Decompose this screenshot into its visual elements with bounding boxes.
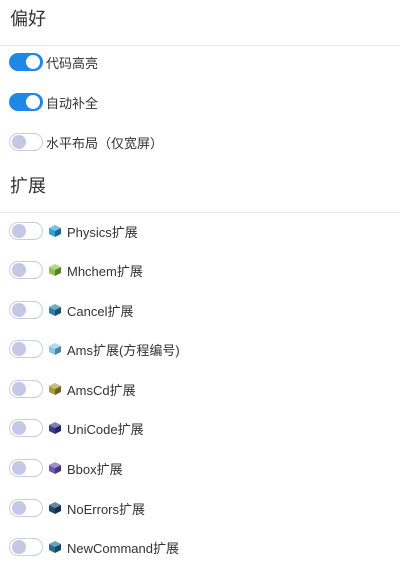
toggle-amscd[interactable] xyxy=(9,380,43,398)
pref-label: 自动补全 xyxy=(46,95,99,111)
cube-icon xyxy=(49,422,61,434)
ext-label: Cancel扩展 xyxy=(67,303,134,319)
pref-row-autocomplete[interactable]: 自动补全 xyxy=(9,91,98,113)
toggle-unicode[interactable] xyxy=(9,419,43,437)
toggle-bbox[interactable] xyxy=(9,459,43,477)
toggle-knob xyxy=(12,342,26,356)
toggle-horizontal-layout[interactable] xyxy=(9,133,43,151)
toggle-knob xyxy=(12,263,26,277)
cube-icon xyxy=(49,541,61,553)
ext-row-ams[interactable]: Ams扩展(方程编号) xyxy=(9,338,180,360)
extensions-title: 扩展 xyxy=(10,176,46,196)
ext-row-bbox[interactable]: Bbox扩展 xyxy=(9,457,123,479)
toggle-noerrors[interactable] xyxy=(9,499,43,517)
ext-label: Mhchem扩展 xyxy=(67,263,143,279)
pref-row-code-highlight[interactable]: 代码高亮 xyxy=(9,51,98,73)
toggle-ams[interactable] xyxy=(9,340,43,358)
toggle-code-highlight[interactable] xyxy=(9,53,43,71)
settings-panel: 偏好 代码高亮 自动补全 水平布局（仅宽屏） 扩展 Physics扩展 Mhch… xyxy=(0,0,400,565)
ext-label: Physics扩展 xyxy=(67,224,138,240)
toggle-knob xyxy=(26,55,40,69)
preferences-title: 偏好 xyxy=(10,9,46,29)
ext-label: Ams扩展(方程编号) xyxy=(67,342,180,358)
pref-label: 水平布局（仅宽屏） xyxy=(46,135,164,151)
cube-icon xyxy=(49,462,61,474)
cube-icon xyxy=(49,502,61,514)
ext-row-mhchem[interactable]: Mhchem扩展 xyxy=(9,259,143,281)
toggle-knob xyxy=(12,461,26,475)
extensions-divider xyxy=(0,212,400,213)
toggle-autocomplete[interactable] xyxy=(9,93,43,111)
toggle-knob xyxy=(12,540,26,554)
toggle-physics[interactable] xyxy=(9,222,43,240)
ext-label: NoErrors扩展 xyxy=(67,501,146,517)
toggle-knob xyxy=(12,382,26,396)
toggle-cancel[interactable] xyxy=(9,301,43,319)
ext-row-amscd[interactable]: AmsCd扩展 xyxy=(9,378,136,400)
ext-label: AmsCd扩展 xyxy=(67,382,136,398)
ext-label: Bbox扩展 xyxy=(67,461,123,477)
cube-icon xyxy=(49,225,61,237)
toggle-knob xyxy=(12,135,26,149)
cube-icon xyxy=(49,383,61,395)
toggle-knob xyxy=(12,421,26,435)
ext-row-newcommand[interactable]: NewCommand扩展 xyxy=(9,536,179,558)
ext-row-noerrors[interactable]: NoErrors扩展 xyxy=(9,497,145,519)
cube-icon xyxy=(49,264,61,276)
ext-label: UniCode扩展 xyxy=(67,421,144,437)
toggle-newcommand[interactable] xyxy=(9,538,43,556)
toggle-mhchem[interactable] xyxy=(9,261,43,279)
ext-row-cancel[interactable]: Cancel扩展 xyxy=(9,299,133,321)
pref-label: 代码高亮 xyxy=(46,55,99,71)
ext-row-physics[interactable]: Physics扩展 xyxy=(9,220,138,242)
pref-row-horizontal-layout[interactable]: 水平布局（仅宽屏） xyxy=(9,131,163,153)
ext-row-unicode[interactable]: UniCode扩展 xyxy=(9,417,144,439)
toggle-knob xyxy=(12,501,26,515)
toggle-knob xyxy=(12,303,26,317)
cube-icon xyxy=(49,304,61,316)
cube-icon xyxy=(49,343,61,355)
ext-label: NewCommand扩展 xyxy=(67,540,179,556)
toggle-knob xyxy=(12,224,26,238)
preferences-divider xyxy=(0,45,400,46)
toggle-knob xyxy=(26,95,40,109)
